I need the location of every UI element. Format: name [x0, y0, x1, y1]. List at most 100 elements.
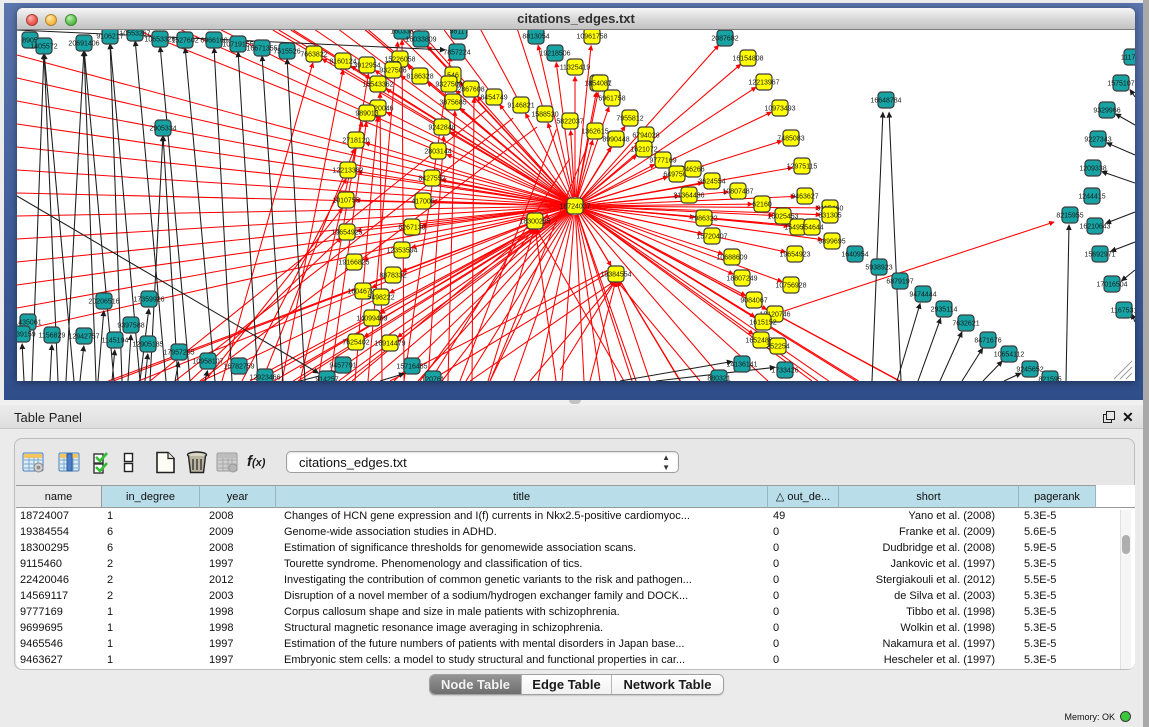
svg-text:1209338: 1209338 — [1079, 166, 1106, 173]
svg-text:160338: 160338 — [390, 30, 413, 36]
svg-text:7663822: 7663822 — [300, 52, 327, 59]
svg-text:9329966: 9329966 — [1093, 108, 1120, 115]
svg-text:1615152: 1615152 — [749, 320, 776, 327]
svg-text:9242848: 9242848 — [428, 125, 455, 132]
svg-text:3624554: 3624554 — [698, 179, 725, 186]
svg-text:7515526: 7515526 — [273, 49, 300, 56]
svg-text:12353594: 12353594 — [386, 248, 417, 255]
svg-text:11325419: 11325419 — [560, 65, 591, 72]
svg-text:8878332: 8878332 — [379, 273, 406, 280]
svg-text:17957255: 17957255 — [163, 350, 194, 357]
svg-text:10958107: 10958107 — [192, 359, 223, 366]
svg-text:12213967: 12213967 — [748, 80, 779, 87]
svg-text:914257: 914257 — [315, 377, 338, 382]
svg-text:9463627: 9463627 — [791, 194, 818, 201]
svg-text:417006: 417006 — [411, 199, 434, 206]
svg-text:1640954: 1640954 — [841, 252, 868, 259]
svg-text:1145194: 1145194 — [102, 338, 129, 345]
svg-text:17016504: 17016504 — [1096, 282, 1127, 289]
svg-text:12213382: 12213382 — [332, 168, 363, 175]
svg-text:989013: 989013 — [355, 111, 378, 118]
svg-text:10756928: 10756928 — [775, 283, 806, 290]
svg-text:1010755: 1010755 — [332, 198, 359, 205]
svg-text:9327506: 9327506 — [379, 68, 406, 75]
svg-text:15720407: 15720407 — [696, 234, 727, 241]
svg-text:154081: 154081 — [588, 81, 611, 88]
svg-text:10654112: 10654112 — [994, 352, 1025, 359]
svg-text:16033809: 16033809 — [405, 37, 436, 44]
svg-text:10961758: 10961758 — [576, 34, 607, 41]
svg-text:821595: 821595 — [1038, 377, 1061, 382]
svg-text:9474444: 9474444 — [909, 292, 936, 299]
svg-text:9899695: 9899695 — [818, 239, 845, 246]
svg-text:8990448: 8990448 — [602, 137, 629, 144]
svg-text:19384554: 19384554 — [600, 272, 631, 279]
svg-text:17359926: 17359926 — [133, 297, 164, 304]
svg-text:2718120: 2718120 — [342, 138, 369, 145]
svg-text:8215955: 8215955 — [1056, 213, 1083, 220]
svg-text:18300295: 18300295 — [519, 219, 550, 226]
svg-text:18807249: 18807249 — [726, 276, 757, 283]
svg-text:1621072: 1621072 — [630, 147, 657, 154]
svg-text:21364436: 21364436 — [673, 193, 704, 200]
svg-text:9227343: 9227343 — [1084, 137, 1111, 144]
svg-text:10688609: 10688609 — [716, 255, 747, 262]
svg-text:12905185: 12905185 — [132, 342, 163, 349]
svg-text:9457791: 9457791 — [329, 363, 356, 370]
svg-text:9146821: 9146821 — [507, 103, 534, 110]
svg-text:9084067: 9084067 — [740, 298, 767, 305]
svg-text:1405572: 1405572 — [30, 44, 57, 51]
svg-text:2905334: 2905334 — [149, 126, 176, 133]
svg-text:6879197: 6879197 — [886, 279, 913, 286]
svg-text:10973493: 10973493 — [764, 106, 795, 113]
svg-text:8186328: 8186328 — [406, 74, 433, 81]
svg-text:2867608: 2867608 — [457, 87, 484, 94]
svg-text:19166825: 19166825 — [338, 260, 369, 267]
svg-text:16782759: 16782759 — [223, 364, 254, 371]
svg-text:5498222: 5498222 — [367, 295, 394, 302]
svg-text:754644: 754644 — [800, 225, 823, 232]
svg-text:1244415: 1244415 — [1078, 194, 1105, 201]
svg-text:2935114: 2935114 — [931, 307, 958, 314]
svg-text:5938923: 5938923 — [865, 265, 892, 272]
svg-text:7986322: 7986322 — [690, 216, 717, 223]
svg-text:20206516: 20206516 — [88, 299, 119, 306]
svg-text:8454749: 8454749 — [480, 95, 507, 102]
svg-text:3875685: 3875685 — [439, 100, 466, 107]
svg-text:15716485: 15716485 — [396, 364, 427, 371]
svg-text:96117: 96117 — [450, 30, 469, 36]
svg-text:7955812: 7955812 — [616, 116, 643, 123]
svg-text:1939159: 1939159 — [17, 332, 36, 339]
svg-text:1733426: 1733426 — [771, 368, 798, 375]
svg-text:120761: 120761 — [421, 377, 444, 382]
svg-text:19654923: 19654923 — [779, 252, 810, 259]
svg-text:16154808: 16154808 — [732, 56, 763, 63]
svg-text:8813054: 8813054 — [522, 34, 549, 41]
svg-text:62160: 62160 — [752, 202, 772, 209]
svg-text:1527602: 1527602 — [171, 38, 198, 45]
svg-text:7857224: 7857224 — [443, 50, 470, 57]
svg-text:16914479: 16914479 — [374, 341, 405, 348]
svg-text:19654925: 19654925 — [331, 230, 362, 237]
svg-text:252254: 252254 — [766, 344, 789, 351]
svg-text:8267130: 8267130 — [398, 225, 425, 232]
svg-text:9397588: 9397588 — [117, 323, 144, 330]
svg-text:9777169: 9777169 — [649, 158, 676, 165]
svg-text:746266: 746266 — [681, 167, 704, 174]
svg-text:16210643: 16210643 — [1079, 224, 1110, 231]
svg-text:10807487: 10807487 — [722, 189, 753, 196]
svg-text:880321: 880321 — [707, 376, 730, 382]
svg-text:16648784: 16648784 — [870, 98, 901, 105]
svg-text:12942757: 12942757 — [68, 334, 99, 341]
svg-text:2803144: 2803144 — [424, 149, 451, 156]
svg-text:5822037: 5822037 — [556, 119, 583, 126]
svg-text:8471676: 8471676 — [974, 338, 1001, 345]
svg-text:831305: 831305 — [818, 213, 841, 220]
svg-text:2087682: 2087682 — [711, 36, 738, 43]
svg-text:20691406: 20691406 — [68, 41, 99, 48]
svg-text:1156829: 1156829 — [39, 333, 66, 340]
svg-text:6961758: 6961758 — [598, 96, 625, 103]
svg-text:14099489: 14099489 — [356, 316, 387, 323]
svg-text:12923466: 12923466 — [249, 375, 280, 382]
svg-text:8427552: 8427552 — [418, 176, 445, 183]
